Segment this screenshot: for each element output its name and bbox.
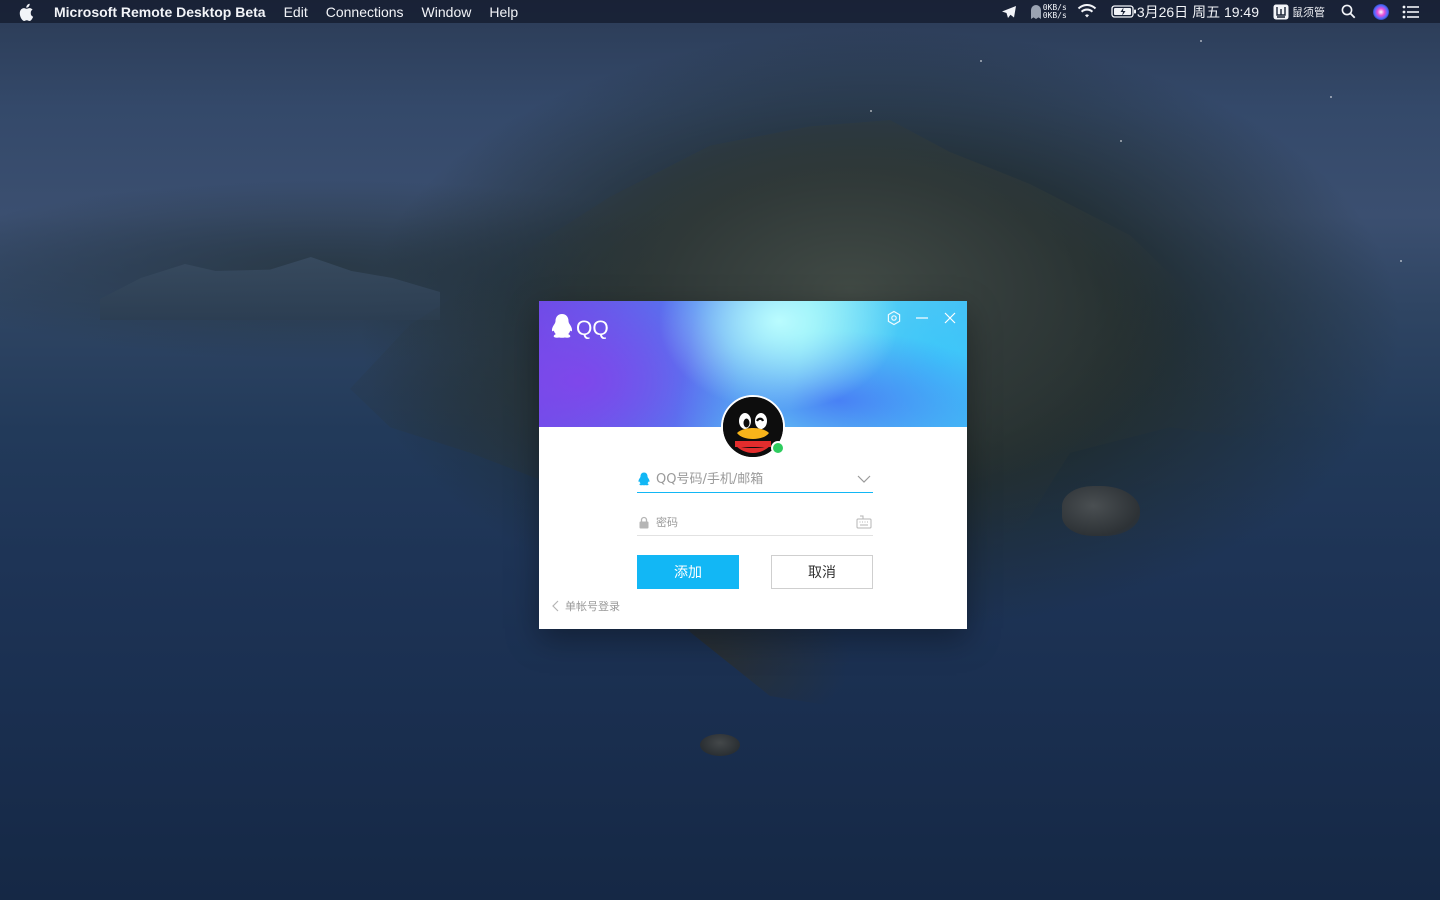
cancel-button[interactable]: 取消 <box>771 555 873 589</box>
apple-icon[interactable] <box>19 3 37 21</box>
qq-penguin-icon <box>551 313 573 344</box>
password-input[interactable] <box>656 515 855 529</box>
close-icon[interactable] <box>941 309 959 327</box>
qq-penguin-field-icon <box>637 472 651 486</box>
input-method-label: 鼠须管 <box>1292 6 1325 19</box>
ghost-icon[interactable] <box>1029 4 1043 20</box>
password-field[interactable] <box>637 509 873 536</box>
distant-island <box>100 257 440 320</box>
menu-app-name[interactable]: Microsoft Remote Desktop Beta <box>54 4 266 20</box>
menu-edit[interactable]: Edit <box>284 4 308 20</box>
single-account-login-label: 单帐号登录 <box>565 600 620 613</box>
add-button[interactable]: 添加 <box>637 555 739 589</box>
account-field[interactable] <box>637 466 873 493</box>
keyboard-icon[interactable] <box>855 513 873 531</box>
input-method-icon[interactable]: 鼠须管 <box>1273 4 1325 20</box>
account-input[interactable] <box>656 471 855 487</box>
battery-icon[interactable] <box>1111 5 1137 18</box>
menu-connections[interactable]: Connections <box>326 4 404 20</box>
qq-add-account-window: QQ QQ号码/手机/邮箱 添加 取消 单帐号登录 <box>539 301 967 629</box>
lock-icon <box>637 515 651 529</box>
settings-icon[interactable] <box>885 309 903 327</box>
status-area: 0KB/s 0KB/s 3月26日 周五 19:49 鼠须管 <box>1001 0 1440 23</box>
wifi-icon[interactable] <box>1077 4 1097 19</box>
spotlight-search-icon[interactable] <box>1341 4 1356 19</box>
menu-bar: Microsoft Remote Desktop Beta Edit Conne… <box>0 0 1440 23</box>
qq-avatar[interactable] <box>721 395 785 459</box>
chevron-left-icon <box>552 600 559 612</box>
chevron-down-icon[interactable] <box>855 470 873 488</box>
menu-clock[interactable]: 3月26日 周五 19:49 <box>1137 2 1259 22</box>
qq-logo-text: QQ <box>576 316 609 340</box>
network-download-speed: 0KB/s <box>1042 10 1067 20</box>
menu-help[interactable]: Help <box>489 4 518 20</box>
notification-center-icon[interactable] <box>1402 5 1420 19</box>
single-account-login-link[interactable]: 单帐号登录 <box>551 598 620 614</box>
qq-logo: QQ <box>551 313 609 344</box>
minimize-icon[interactable] <box>913 309 931 327</box>
telegram-icon[interactable] <box>1001 5 1017 19</box>
sea-rock <box>1062 486 1140 536</box>
siri-icon[interactable] <box>1372 3 1390 21</box>
sea-rock-small <box>700 734 740 756</box>
window-controls <box>875 309 959 327</box>
online-status-badge <box>771 441 785 455</box>
network-speed[interactable]: 0KB/s 0KB/s <box>1042 3 1067 20</box>
menu-window[interactable]: Window <box>422 4 472 20</box>
